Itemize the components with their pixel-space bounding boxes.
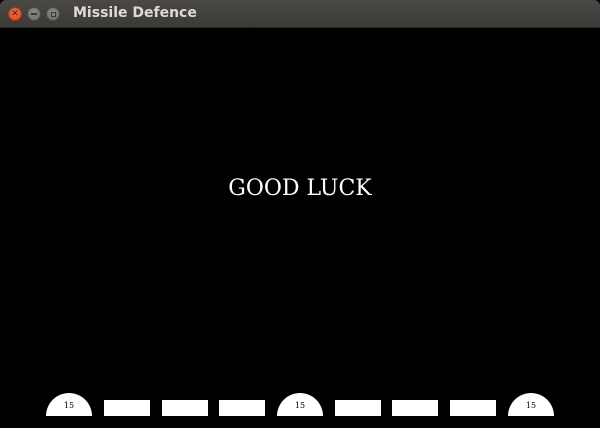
city [162,400,208,416]
city [104,400,150,416]
status-message: GOOD LUCK [228,176,372,201]
app-window: ✕ Missile Defence GOOD LUCK 15 15 15 [0,0,600,428]
base-ammo-count: 15 [63,401,75,410]
base-ammo-count: 15 [525,401,537,410]
missile-base-right[interactable]: 15 [508,393,554,416]
missile-base-center[interactable]: 15 [277,393,323,416]
city [335,400,381,416]
maximize-button[interactable] [46,7,60,21]
minimize-button[interactable] [27,7,41,21]
title-bar[interactable]: ✕ Missile Defence [0,0,600,28]
game-canvas[interactable]: GOOD LUCK 15 15 15 [0,28,600,428]
close-icon: ✕ [11,8,19,19]
city [450,400,496,416]
window-title: Missile Defence [73,5,197,21]
minimize-icon [31,13,37,15]
maximize-icon [50,11,56,17]
missile-base-left[interactable]: 15 [46,393,92,416]
close-button[interactable]: ✕ [8,7,22,21]
city [392,400,438,416]
base-ammo-count: 15 [294,401,306,410]
city [219,400,265,416]
